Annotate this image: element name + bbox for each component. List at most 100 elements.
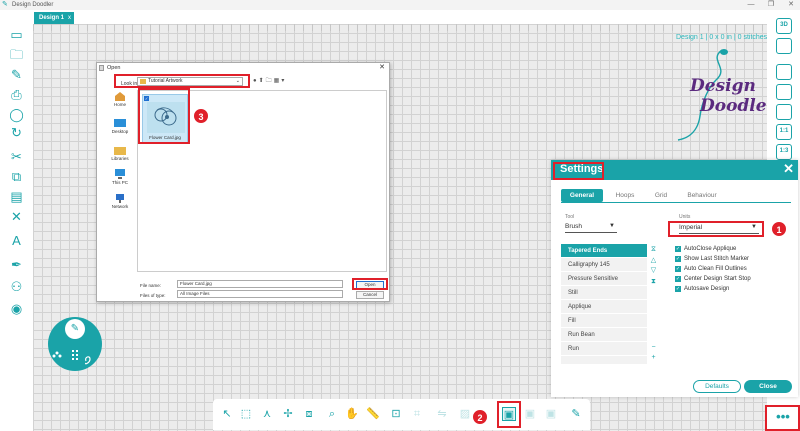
copy-icon[interactable]: ⧉ <box>8 168 25 185</box>
move-down-icon[interactable]: ▽ <box>649 266 658 275</box>
dialog-nav-icons[interactable]: ●⬆🗀▦▾ <box>253 77 298 86</box>
mirror-icon[interactable]: ⇋ <box>435 407 449 421</box>
libraries-icon <box>114 147 126 155</box>
tool-select[interactable]: Brush ▼ <box>565 221 617 233</box>
highlight-open-button <box>352 278 388 290</box>
frame-icon[interactable] <box>776 38 792 54</box>
option-center-design-start-stop[interactable]: ✓ Center Design Start Stop <box>675 275 751 284</box>
move-up-icon[interactable]: △ <box>649 256 658 265</box>
layer-icon[interactable]: ▨ <box>458 407 472 421</box>
rotate-icon[interactable]: ↻ <box>8 124 25 141</box>
checkbox-checked-icon[interactable]: ✓ <box>675 286 681 292</box>
option-show-last-stitch-marker[interactable]: ✓ Show Last Stitch Marker <box>675 255 749 264</box>
option-autoclose-applique[interactable]: ✓ AutoClose Applique <box>675 245 736 254</box>
open-folder-icon[interactable]: 🗀 <box>8 46 25 63</box>
fit-view-icon[interactable]: ⊡ <box>389 407 403 421</box>
place-label: Libraries <box>111 156 129 161</box>
cancel-button[interactable]: Cancel <box>356 291 384 299</box>
brush-item[interactable]: Applique <box>561 300 647 314</box>
option-autosave-design[interactable]: ✓ Autosave Design <box>675 285 729 294</box>
checkbox-checked-icon[interactable]: ✓ <box>675 246 681 252</box>
trace-image-icon[interactable]: ▣ <box>523 407 537 421</box>
app-icon: ✎ <box>2 1 8 8</box>
option-label: Center Design Start Stop <box>684 276 751 282</box>
close-window-button[interactable]: ✕ <box>784 0 798 10</box>
measure-icon[interactable]: 📏 <box>366 407 380 421</box>
checkbox-checked-icon[interactable]: ✓ <box>675 276 681 282</box>
pan-hand-icon[interactable]: ✋ <box>345 407 359 421</box>
delete-icon[interactable]: ✕ <box>8 208 25 225</box>
tab-design-1[interactable]: Design 1 x <box>34 12 74 24</box>
tool-value: Brush <box>565 223 582 230</box>
select-arrow-icon[interactable]: ↖ <box>220 407 234 421</box>
highlight-look-in <box>114 74 250 88</box>
checkbox-checked-icon[interactable]: ✓ <box>675 256 681 262</box>
close-settings-button[interactable]: Close <box>744 380 792 393</box>
crop-icon[interactable]: ⌗ <box>410 407 424 421</box>
dialog-close-icon[interactable]: ✕ <box>379 63 385 73</box>
minimize-button[interactable]: — <box>744 0 758 10</box>
tab-strip: Design 1 x <box>0 10 800 24</box>
brush-shape-icon[interactable]: ⧖ <box>649 245 658 254</box>
3d-view-icon[interactable]: 3D <box>776 18 792 34</box>
brush-item-tapered-ends[interactable]: Tapered Ends <box>561 244 647 258</box>
text-icon[interactable]: A <box>8 232 25 249</box>
settings-close-icon[interactable]: ✕ <box>783 161 794 177</box>
right-toolbar: 3D 1:1 1:3 <box>767 10 800 160</box>
checkbox-checked-icon[interactable]: ✓ <box>675 266 681 272</box>
brush-item[interactable]: Calligraphy 145 <box>561 258 647 272</box>
stitch-icon[interactable] <box>776 104 792 120</box>
place-network[interactable]: Network <box>105 193 135 217</box>
top-ruler <box>33 24 767 31</box>
pen-icon[interactable]: ✎ <box>65 319 85 339</box>
place-desktop[interactable]: Desktop <box>105 118 135 142</box>
option-auto-clean-fill-outlines[interactable]: ✓ Auto Clean Fill Outlines <box>675 265 747 274</box>
new-design-icon[interactable]: ▭ <box>8 26 25 43</box>
tab-behaviour[interactable]: Behaviour <box>679 189 725 202</box>
import-image-icon[interactable]: ◉ <box>8 300 25 317</box>
place-this-pc[interactable]: This PC <box>105 169 135 193</box>
zoom-1-1-icon[interactable]: 1:1 <box>776 124 792 140</box>
tab-grid[interactable]: Grid <box>645 189 677 202</box>
paste-icon[interactable]: ▤ <box>8 188 25 205</box>
grid-icon[interactable] <box>776 64 792 80</box>
lasso-icon[interactable]: ◯ <box>8 106 25 123</box>
edit-document-icon[interactable]: ✎ <box>8 66 25 83</box>
nodes-icon[interactable]: ⚇ <box>8 278 25 295</box>
stitch-order-icon[interactable]: ⧈ <box>302 407 316 421</box>
brush-item[interactable]: Fill <box>561 314 647 328</box>
defaults-button[interactable]: Defaults <box>693 380 741 393</box>
stamp-icon[interactable]: ⎙ <box>8 86 25 103</box>
window-title-bar: ✎ Design Doodler — ❐ ✕ <box>0 0 800 10</box>
tab-underline <box>561 202 791 203</box>
brush-item[interactable]: Run Bean <box>561 328 647 342</box>
maximize-button[interactable]: ❐ <box>764 0 778 10</box>
fit-icon[interactable]: 1:3 <box>776 144 792 160</box>
remove-brush-icon[interactable]: − <box>649 343 658 352</box>
brush-item[interactable]: Still <box>561 286 647 300</box>
place-home[interactable]: Home <box>105 91 135 115</box>
pen-tool-icon[interactable]: ✒ <box>8 256 25 273</box>
transform-icon[interactable]: ⬚ <box>239 407 253 421</box>
zoom-icon[interactable]: ⌕ <box>325 407 339 421</box>
image-settings-icon[interactable]: ▣ <box>544 407 558 421</box>
tab-general[interactable]: General <box>561 189 603 202</box>
hoop-icon[interactable] <box>776 84 792 100</box>
files-of-type-select[interactable]: All Image Files <box>177 290 343 298</box>
place-libraries[interactable]: Libraries <box>105 145 135 169</box>
add-brush-icon[interactable]: + <box>649 353 658 362</box>
cut-icon[interactable]: ✂ <box>8 148 25 165</box>
brush-end-icon[interactable]: ⧗ <box>649 277 658 286</box>
brush-item[interactable]: Run <box>561 342 647 356</box>
node-edit-icon[interactable]: ⋏ <box>260 407 274 421</box>
file-name-input[interactable]: Flower Card.jpg <box>177 280 343 288</box>
tab-hoops[interactable]: Hoops <box>607 189 643 202</box>
place-label: Network <box>111 204 129 209</box>
dialog-app-icon <box>99 65 104 71</box>
edit-image-icon[interactable]: ✎ <box>569 407 583 421</box>
tab-close-icon[interactable]: x <box>68 12 71 24</box>
reshape-icon[interactable]: ✢ <box>281 407 295 421</box>
place-label: This PC <box>111 180 128 185</box>
option-label: AutoClose Applique <box>684 246 737 252</box>
brush-item[interactable]: Pressure Sensitive <box>561 272 647 286</box>
